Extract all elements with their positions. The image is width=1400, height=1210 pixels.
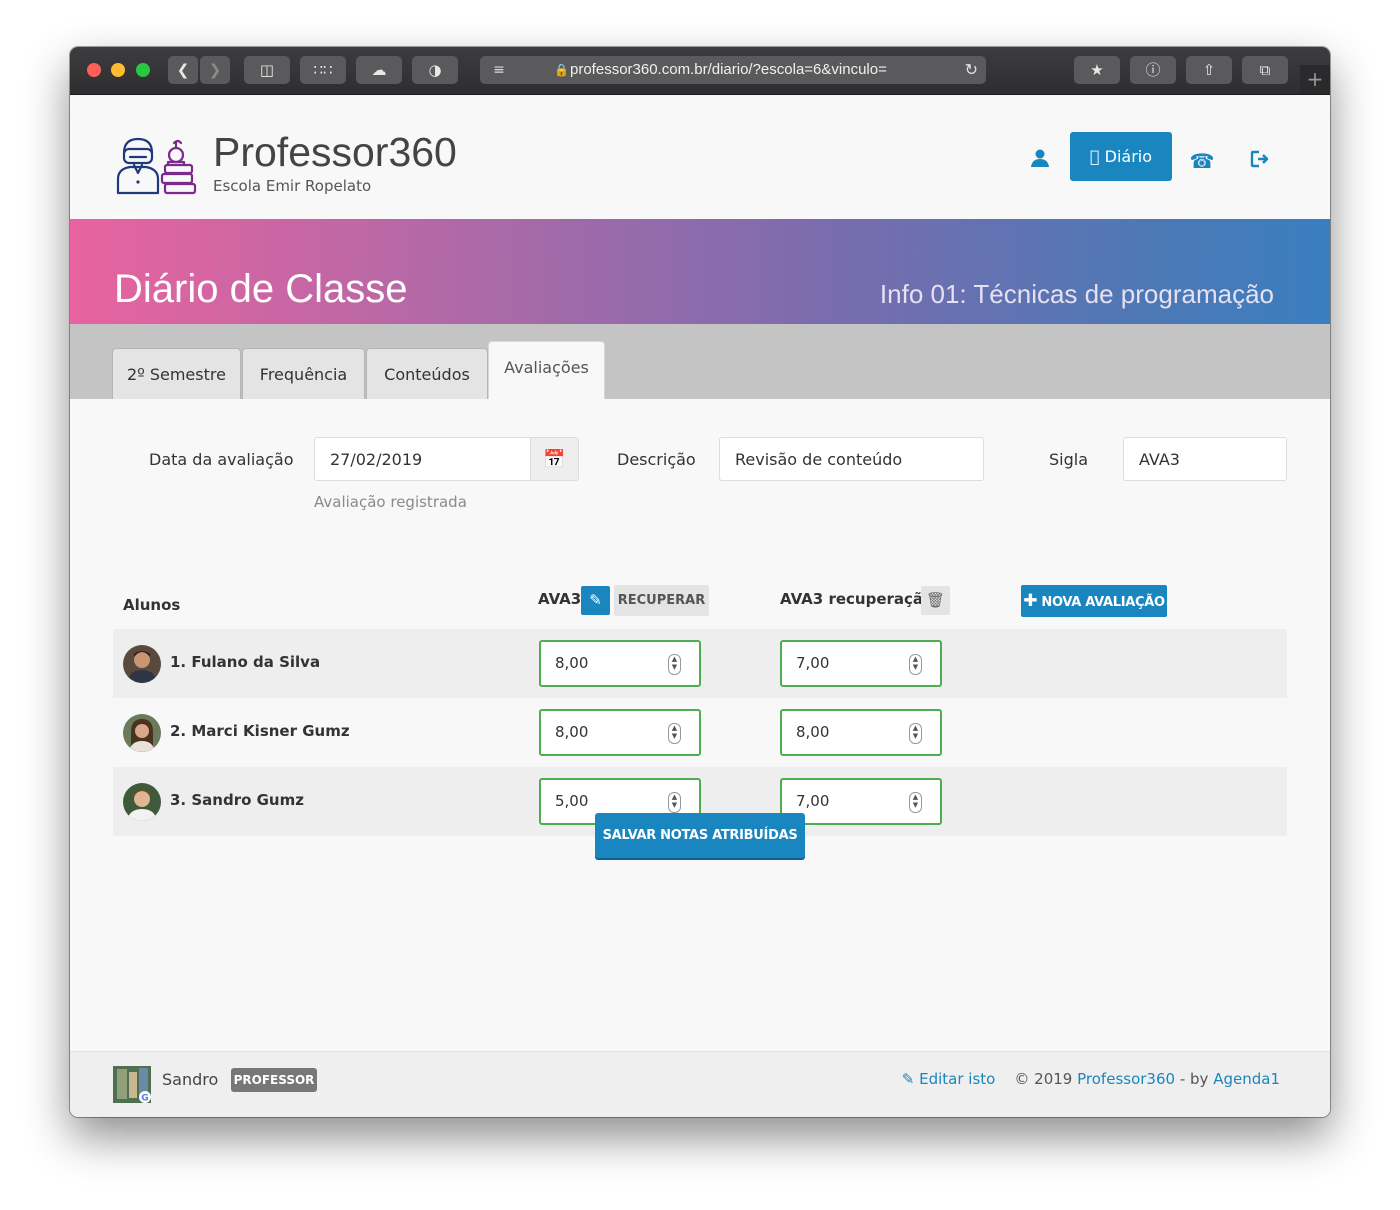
- bookmark-icon[interactable]: ★: [1074, 56, 1120, 84]
- page-banner: Diário de Classe Info 01: Técnicas de pr…: [70, 219, 1330, 324]
- new-tab-icon[interactable]: +: [1300, 65, 1330, 94]
- browser-toolbar: ❮ ❯ ◫ ∷∷ ☁ ◑ ≡ 🔒 professor360.com.br/dia…: [70, 47, 1330, 95]
- recovery-value: 8,00: [796, 723, 830, 741]
- stepper-icon[interactable]: ▲ ▼: [668, 654, 681, 675]
- grade-input[interactable]: 8,00 ▲ ▼: [539, 640, 701, 687]
- plus-icon: ✚: [1023, 591, 1038, 611]
- share-icon[interactable]: ⇧: [1186, 56, 1232, 84]
- recovery-grade-input[interactable]: 8,00 ▲ ▼: [780, 709, 942, 756]
- apple-icon: : [1090, 147, 1100, 166]
- browser-window: ❮ ❯ ◫ ∷∷ ☁ ◑ ≡ 🔒 professor360.com.br/dia…: [70, 47, 1330, 1117]
- svg-text:G: G: [141, 1094, 148, 1104]
- student-name: 2. Marci Kisner Gumz: [170, 722, 350, 740]
- grade-value: 5,00: [555, 792, 589, 810]
- avatar: [123, 645, 161, 683]
- date-label: Data da avaliação: [149, 450, 294, 469]
- students-header: Alunos: [123, 596, 181, 614]
- forward-icon[interactable]: ❯: [200, 56, 230, 84]
- copyright-text: © 2019: [1014, 1070, 1073, 1088]
- close-window-button[interactable]: [87, 63, 101, 77]
- edit-link[interactable]: Editar isto: [919, 1070, 995, 1088]
- page-footer: G Sandro PROFESSOR ✎ Editar isto © 2019 …: [70, 1051, 1330, 1117]
- main-content: Data da avaliação 27/02/2019 📅 Avaliação…: [70, 399, 1330, 1051]
- url-text[interactable]: professor360.com.br/diario/?escola=6&vin…: [570, 56, 910, 84]
- save-grades-button[interactable]: SALVAR NOTAS ATRIBUÍDAS: [595, 813, 805, 858]
- logout-icon[interactable]: [1246, 147, 1274, 175]
- ava3-header: AVA3: [538, 590, 582, 608]
- toggle-icon[interactable]: ◑: [412, 56, 458, 84]
- diario-button[interactable]:  Diário: [1070, 132, 1172, 181]
- info-icon[interactable]: ⓘ: [1130, 56, 1176, 84]
- grade-input[interactable]: 8,00 ▲ ▼: [539, 709, 701, 756]
- page-title: Diário de Classe: [114, 267, 408, 311]
- footer-links: ✎ Editar isto © 2019 Professor360 - by A…: [902, 1070, 1280, 1088]
- student-name: 1. Fulano da Silva: [170, 653, 321, 671]
- class-subtitle: Info 01: Técnicas de programação: [879, 279, 1274, 309]
- recuperar-button[interactable]: RECUPERAR: [614, 585, 709, 616]
- tab-avaliacoes[interactable]: Avaliações: [488, 341, 605, 399]
- lock-icon: 🔒: [554, 63, 569, 77]
- tab-bar: 2º Semestre Frequência Conteúdos Avaliaç…: [70, 324, 1330, 399]
- table-row: 2. Marci Kisner Gumz 8,00 ▲ ▼ 8,00 ▲ ▼: [113, 698, 1287, 767]
- diario-button-label: Diário: [1097, 147, 1152, 166]
- brand-link[interactable]: Professor360: [1077, 1070, 1175, 1088]
- reload-icon[interactable]: ↻: [965, 56, 978, 84]
- agency-link[interactable]: Agenda1: [1213, 1070, 1280, 1088]
- stepper-icon[interactable]: ▲ ▼: [909, 654, 922, 675]
- edit-icon[interactable]: ✎: [902, 1070, 915, 1088]
- zoom-window-button[interactable]: [136, 63, 150, 77]
- tab-conteudos[interactable]: Conteúdos: [366, 348, 488, 399]
- recovery-value: 7,00: [796, 792, 830, 810]
- grade-value: 8,00: [555, 654, 589, 672]
- phone-icon[interactable]: ☎: [1188, 147, 1216, 175]
- minimize-window-button[interactable]: [111, 63, 125, 77]
- recovery-grade-input[interactable]: 7,00 ▲ ▼: [780, 640, 942, 687]
- sidebar-icon[interactable]: ◫: [244, 56, 290, 84]
- footer-username: Sandro: [162, 1070, 219, 1089]
- calendar-icon[interactable]: 📅: [530, 437, 579, 481]
- nova-avaliacao-label: NOVA AVALIAÇÃO: [1041, 595, 1165, 610]
- recovery-header: AVA3 recuperação: [780, 590, 934, 608]
- stepper-icon[interactable]: ▲ ▼: [909, 792, 922, 813]
- student-name: 3. Sandro Gumz: [170, 791, 304, 809]
- role-badge: PROFESSOR: [231, 1068, 317, 1092]
- school-name: Escola Emir Ropelato: [213, 177, 372, 195]
- stepper-icon[interactable]: ▲ ▼: [668, 792, 681, 813]
- avatar: [123, 783, 161, 821]
- edit-pencil-icon[interactable]: ✎: [581, 586, 610, 615]
- tab-semestre[interactable]: 2º Semestre: [112, 348, 241, 399]
- sigla-label: Sigla: [1049, 450, 1089, 469]
- description-label: Descrição: [617, 450, 696, 469]
- tabs-icon[interactable]: ⧉: [1242, 56, 1288, 84]
- date-help-text: Avaliação registrada: [314, 493, 467, 511]
- table-row: 1. Fulano da Silva 8,00 ▲ ▼ 7,00 ▲ ▼: [113, 629, 1287, 698]
- back-icon[interactable]: ❮: [168, 56, 198, 84]
- brand-name: Professor360: [213, 129, 457, 175]
- logo-icon: [116, 137, 197, 195]
- cloud-icon[interactable]: ☁: [356, 56, 402, 84]
- user-icon[interactable]: [1026, 147, 1054, 175]
- sigla-field[interactable]: AVA3: [1123, 437, 1287, 481]
- address-bar[interactable]: ≡ 🔒 professor360.com.br/diario/?escola=6…: [480, 56, 986, 84]
- grid-icon[interactable]: ∷∷: [300, 56, 346, 84]
- reader-icon[interactable]: ≡: [488, 56, 510, 84]
- avatar: [123, 714, 161, 752]
- by-text: - by: [1179, 1070, 1209, 1088]
- description-field[interactable]: Revisão de conteúdo: [719, 437, 984, 481]
- recovery-value: 7,00: [796, 654, 830, 672]
- nova-avaliacao-button[interactable]: ✚ NOVA AVALIAÇÃO: [1021, 585, 1167, 617]
- date-field[interactable]: 27/02/2019: [314, 437, 531, 481]
- app-header: Professor360 Escola Emir Ropelato  Diár…: [70, 95, 1330, 219]
- stepper-icon[interactable]: ▲ ▼: [668, 723, 681, 744]
- grade-value: 8,00: [555, 723, 589, 741]
- trash-icon[interactable]: 🗑: [921, 586, 950, 615]
- user-avatar[interactable]: G: [113, 1066, 151, 1104]
- tab-frequencia[interactable]: Frequência: [242, 348, 365, 399]
- stepper-icon[interactable]: ▲ ▼: [909, 723, 922, 744]
